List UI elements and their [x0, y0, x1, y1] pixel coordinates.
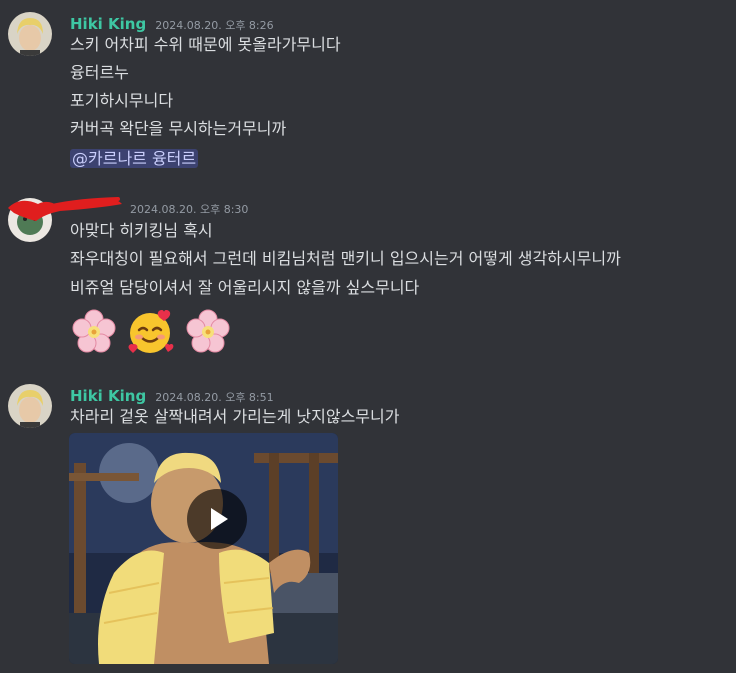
timestamp: 2024.08.20. 오후 8:51: [155, 391, 274, 404]
username[interactable]: Hiki King: [70, 387, 146, 405]
message-text: 차라리 겉옷 살짝내려서 가리는게 낫지않스무니가: [70, 407, 400, 426]
redaction-scribble: [8, 197, 122, 221]
cherry-blossom-icon: [184, 308, 232, 356]
video-attachment[interactable]: [69, 433, 338, 664]
smiling-face-with-hearts-icon: [126, 308, 174, 356]
cherry-blossom-icon: [70, 308, 118, 356]
play-button[interactable]: [187, 489, 247, 549]
avatar[interactable]: [8, 384, 52, 428]
message-text: 좌우대칭이 필요해서 그런데 비킴님처럼 맨키니 입으시는거 어떻게 생각하시무…: [70, 249, 621, 268]
play-icon: [211, 508, 228, 530]
message-text: 비쥬얼 담당이셔서 잘 어울리시지 않을까 싶스무니다: [70, 278, 420, 297]
